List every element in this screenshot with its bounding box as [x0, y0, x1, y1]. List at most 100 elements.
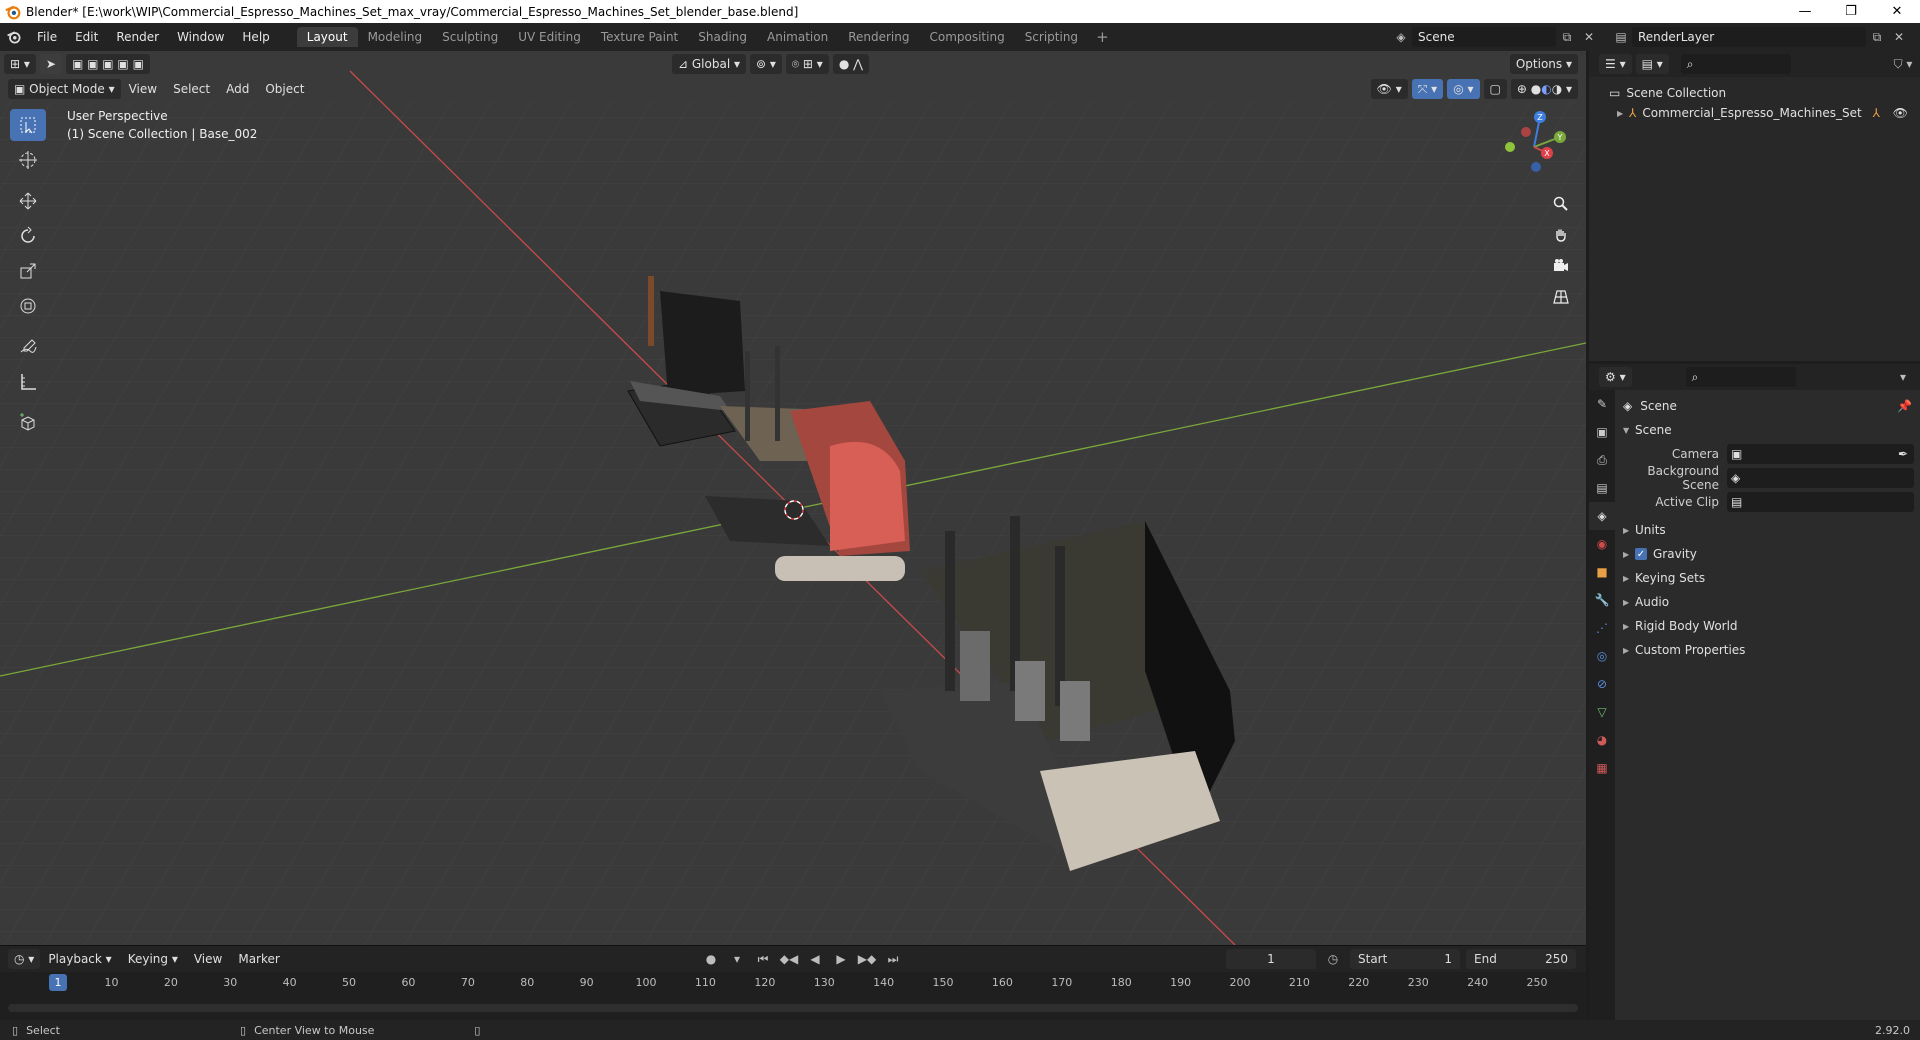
- timeline-editor-type[interactable]: ◷ ▾: [8, 949, 41, 969]
- view-layer-icon[interactable]: ▤: [1610, 27, 1632, 47]
- eyedropper-icon[interactable]: ✒: [1898, 447, 1908, 461]
- scene-tab-icon[interactable]: ◈: [1589, 502, 1615, 530]
- scene-name-field[interactable]: Scene: [1412, 27, 1556, 47]
- rigid-body-world-panel[interactable]: ▶ Rigid Body World: [1617, 614, 1920, 638]
- tab-animation[interactable]: Animation: [757, 27, 838, 47]
- timeline-scrollbar[interactable]: [8, 1004, 1578, 1012]
- object-mode-dropdown[interactable]: ▣ Object Mode ▾: [8, 79, 121, 99]
- modifier-tab-icon[interactable]: 🔧: [1589, 586, 1615, 614]
- menu-render[interactable]: Render: [107, 30, 168, 44]
- new-view-layer-icon[interactable]: ⧉: [1866, 27, 1888, 47]
- move-tool[interactable]: [10, 185, 46, 217]
- tab-shading[interactable]: Shading: [688, 27, 757, 47]
- visibility-icon[interactable]: 👁 ▾: [1370, 79, 1408, 99]
- minimize-button[interactable]: —: [1782, 0, 1828, 23]
- outliner-item-espresso-set[interactable]: ▶ ⅄ Commercial_Espresso_Machines_Set ⅄ 👁: [1589, 103, 1920, 123]
- options-dropdown[interactable]: Options ▾: [1509, 54, 1578, 74]
- zoom-icon[interactable]: [1548, 191, 1574, 217]
- properties-options-icon[interactable]: ▾: [1892, 367, 1914, 387]
- maximize-button[interactable]: ❐: [1828, 0, 1874, 23]
- viewport-menu-object[interactable]: Object: [257, 82, 312, 96]
- record-keyframe-icon[interactable]: ●: [700, 949, 722, 969]
- new-scene-icon[interactable]: ⧉: [1556, 27, 1578, 47]
- custom-properties-panel[interactable]: ▶ Custom Properties: [1617, 638, 1920, 662]
- cursor-tool[interactable]: [10, 144, 46, 176]
- gizmo-toggle-icon[interactable]: ⤧ ▾: [1411, 79, 1444, 99]
- jump-end-icon[interactable]: ⏭: [882, 949, 904, 969]
- close-button[interactable]: ✕: [1874, 0, 1920, 23]
- material-tab-icon[interactable]: ◕: [1589, 726, 1615, 754]
- selection-mode-buttons[interactable]: ▣ ▣ ▣ ▣ ▣: [65, 54, 150, 74]
- jump-start-icon[interactable]: ⏮: [752, 949, 774, 969]
- frame-start-field[interactable]: Start 1: [1350, 949, 1460, 969]
- visibility-eye-icon[interactable]: 👁: [1893, 106, 1908, 120]
- menu-help[interactable]: Help: [233, 30, 278, 44]
- shading-mode-buttons[interactable]: ⊕ ● ◐ ◑ ▾: [1510, 79, 1578, 99]
- outliner-search-input[interactable]: ⌕: [1680, 54, 1791, 74]
- output-tab-icon[interactable]: ⎙: [1589, 446, 1615, 474]
- scale-tool[interactable]: [10, 255, 46, 287]
- tab-scripting[interactable]: Scripting: [1015, 27, 1088, 47]
- view-layer-field[interactable]: RenderLayer: [1632, 27, 1866, 47]
- tab-rendering[interactable]: Rendering: [838, 27, 919, 47]
- timeline-menu-keying[interactable]: Keying ▾: [120, 952, 186, 966]
- gravity-panel[interactable]: ▶ ✓ Gravity: [1617, 542, 1920, 566]
- texture-tab-icon[interactable]: ▦: [1589, 754, 1615, 782]
- delete-view-layer-icon[interactable]: ✕: [1888, 27, 1910, 47]
- scene-icon[interactable]: ◈: [1390, 27, 1412, 47]
- navigation-gizmo[interactable]: Z Y X: [1494, 107, 1574, 187]
- object-tab-icon[interactable]: ■: [1589, 558, 1615, 586]
- units-panel[interactable]: ▶ Units: [1617, 518, 1920, 542]
- xray-toggle-icon[interactable]: ▢: [1483, 79, 1507, 99]
- transform-orientation-dropdown[interactable]: ⊿ Global ▾: [672, 54, 746, 74]
- annotate-tool[interactable]: [10, 331, 46, 363]
- prev-keyframe-icon[interactable]: ◆◀: [778, 949, 800, 969]
- pan-hand-icon[interactable]: [1548, 222, 1574, 248]
- select-tool-button[interactable]: ➤: [39, 54, 62, 74]
- view-layer-tab-icon[interactable]: ▤: [1589, 474, 1615, 502]
- viewport-scene[interactable]: [0, 51, 1586, 945]
- render-tab-icon[interactable]: ▣: [1589, 418, 1615, 446]
- blender-menu-icon[interactable]: [0, 23, 28, 51]
- tab-layout[interactable]: Layout: [296, 27, 358, 47]
- menu-file[interactable]: File: [28, 30, 66, 44]
- play-reverse-icon[interactable]: ◀: [804, 949, 826, 969]
- particles-tab-icon[interactable]: ⋰: [1589, 614, 1615, 642]
- physics-tab-icon[interactable]: ◎: [1589, 642, 1615, 670]
- add-workspace-button[interactable]: +: [1088, 28, 1117, 46]
- transform-tool[interactable]: [10, 290, 46, 322]
- pivot-point-dropdown[interactable]: ⊚ ▾: [750, 54, 782, 74]
- perspective-toggle-icon[interactable]: [1548, 284, 1574, 310]
- editor-type-button[interactable]: ⊞ ▾: [4, 54, 36, 74]
- properties-search-input[interactable]: ⌕: [1685, 367, 1796, 387]
- scene-panel-header[interactable]: ▼ Scene: [1617, 418, 1920, 442]
- scene-collection-row[interactable]: ▭ Scene Collection: [1589, 83, 1920, 103]
- object-data-tab-icon[interactable]: ▽: [1589, 698, 1615, 726]
- viewport-menu-select[interactable]: Select: [165, 82, 218, 96]
- audio-panel[interactable]: ▶ Audio: [1617, 590, 1920, 614]
- timeline-menu-playback[interactable]: Playback ▾: [40, 952, 119, 966]
- current-frame-marker[interactable]: 1: [49, 974, 67, 991]
- snap-toggle[interactable]: ⌾ ⊞ ▾: [785, 54, 829, 74]
- filter-icon[interactable]: ⛉ ▾: [1892, 54, 1914, 74]
- world-tab-icon[interactable]: ◉: [1589, 530, 1615, 558]
- measure-tool[interactable]: [10, 366, 46, 398]
- viewport-menu-view[interactable]: View: [121, 82, 165, 96]
- camera-view-icon[interactable]: [1548, 253, 1574, 279]
- menu-window[interactable]: Window: [168, 30, 233, 44]
- tab-uv-editing[interactable]: UV Editing: [508, 27, 591, 47]
- add-cube-tool[interactable]: [10, 407, 46, 439]
- tab-texture-paint[interactable]: Texture Paint: [591, 27, 688, 47]
- frame-end-field[interactable]: End 250: [1466, 949, 1576, 969]
- tab-modeling[interactable]: Modeling: [358, 27, 433, 47]
- select-box-tool[interactable]: [10, 109, 46, 141]
- timeline-menu-view[interactable]: View: [186, 952, 230, 966]
- 3d-viewport[interactable]: ⊞ ▾ ➤ ▣ ▣ ▣ ▣ ▣ ⊿ Global ▾ ⊚ ▾ ⌾ ⊞ ▾ ● ⋀…: [0, 51, 1586, 945]
- tool-tab-icon[interactable]: ✎: [1589, 390, 1615, 418]
- timeline-menu-marker[interactable]: Marker: [230, 952, 287, 966]
- preview-range-icon[interactable]: ◷: [1322, 949, 1344, 969]
- viewport-menu-add[interactable]: Add: [218, 82, 257, 96]
- delete-scene-icon[interactable]: ✕: [1578, 27, 1600, 47]
- tab-sculpting[interactable]: Sculpting: [432, 27, 508, 47]
- constraints-tab-icon[interactable]: ⊘: [1589, 670, 1615, 698]
